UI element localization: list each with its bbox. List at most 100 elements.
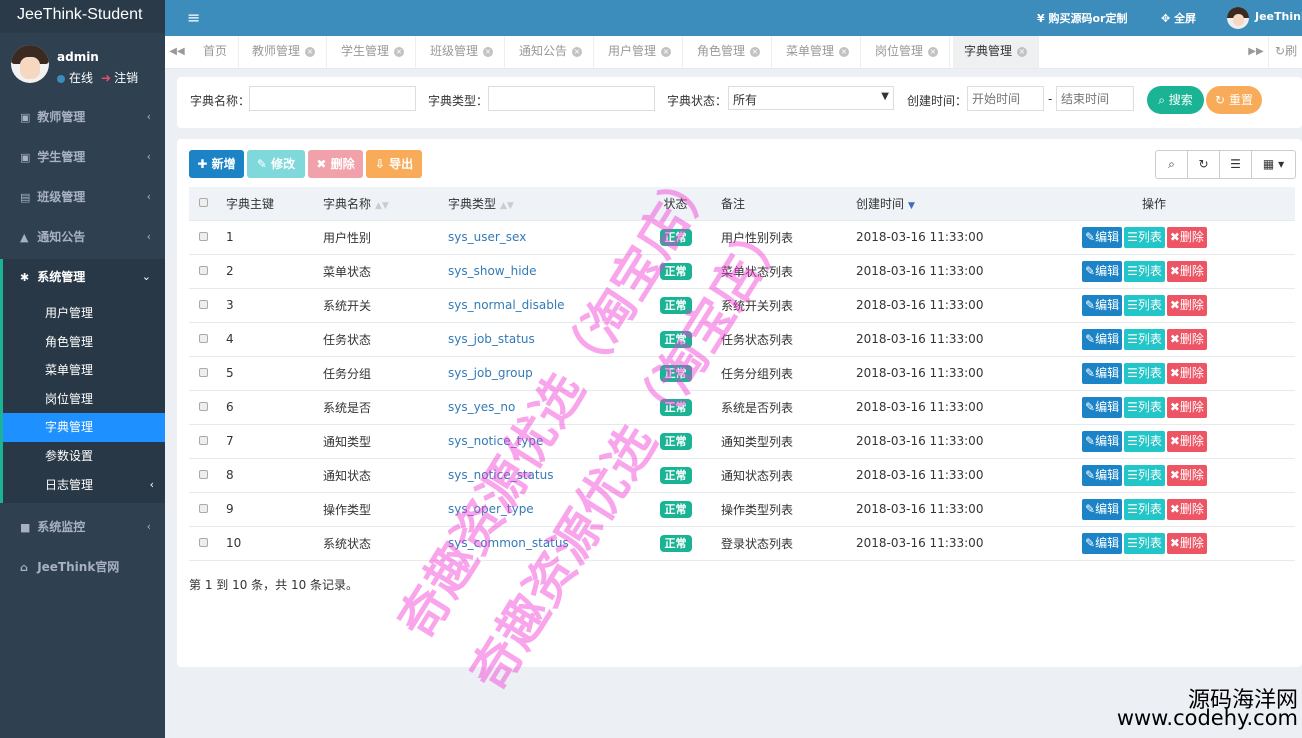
row-edit-button[interactable]: ✎编辑 bbox=[1082, 498, 1123, 520]
tab-teachers[interactable]: 教师管理 × bbox=[241, 36, 328, 68]
table-row[interactable]: 6 系统是否 sys_yes_no 正常 系统是否列表 2018-03-16 11:33:… bbox=[189, 389, 1295, 424]
header-created[interactable]: 创建时间 ▼ bbox=[846, 187, 1082, 220]
select-all-checkbox[interactable] bbox=[199, 198, 208, 208]
delete-button[interactable]: ✖ 删除 bbox=[308, 150, 363, 178]
columns-button[interactable]: ▦ ▾ bbox=[1251, 150, 1296, 179]
row-delete-button[interactable]: ✖删除 bbox=[1166, 498, 1207, 520]
search-button[interactable]: ⌕ 搜索 bbox=[1147, 86, 1204, 114]
sidebar-subitem-menus[interactable]: 菜单管理 bbox=[3, 356, 165, 385]
tab-scroll-left-icon[interactable]: ◀◀ bbox=[165, 36, 189, 68]
table-row[interactable]: 4 任务状态 sys_job_status 正常 任务状态列表 2018-03-16 11… bbox=[189, 321, 1295, 356]
tab-roles[interactable]: 角色管理 × bbox=[686, 36, 773, 68]
tab-classes[interactable]: 班级管理 × bbox=[419, 36, 506, 68]
sidebar-subitem-config[interactable]: 参数设置 bbox=[3, 442, 165, 471]
row-list-button[interactable]: ☰列表 bbox=[1124, 226, 1165, 248]
cell-type-link[interactable]: sys_oper_type bbox=[448, 502, 534, 516]
row-list-button[interactable]: ☰列表 bbox=[1124, 362, 1165, 384]
close-icon[interactable]: × bbox=[750, 46, 761, 57]
top-user-name[interactable]: JeeThink bbox=[1255, 10, 1302, 23]
cell-type-link[interactable]: sys_job_group bbox=[448, 366, 533, 380]
close-icon[interactable]: × bbox=[1017, 46, 1028, 57]
row-checkbox[interactable] bbox=[199, 538, 208, 547]
toggle-view-button[interactable]: ☰ bbox=[1219, 150, 1252, 179]
row-checkbox[interactable] bbox=[199, 266, 208, 275]
sidebar-item-site[interactable]: ⌂ JeeThink官网 bbox=[0, 549, 165, 589]
row-edit-button[interactable]: ✎编辑 bbox=[1082, 294, 1123, 316]
cell-type-link[interactable]: sys_normal_disable bbox=[448, 298, 565, 312]
row-checkbox[interactable] bbox=[199, 300, 208, 309]
sidebar-subitem-logs[interactable]: 日志管理 ‹ bbox=[3, 471, 165, 500]
row-delete-button[interactable]: ✖删除 bbox=[1166, 294, 1207, 316]
close-icon[interactable]: × bbox=[661, 46, 672, 57]
export-button[interactable]: ⇩ 导出 bbox=[366, 150, 422, 178]
buy-source-link[interactable]: ¥ 购买源码or定制 bbox=[1037, 10, 1127, 26]
row-edit-button[interactable]: ✎编辑 bbox=[1082, 396, 1123, 418]
sidebar-item-monitor[interactable]: ■ 系统监控 ‹ bbox=[0, 509, 165, 549]
row-edit-button[interactable]: ✎编辑 bbox=[1082, 328, 1123, 350]
row-edit-button[interactable]: ✎编辑 bbox=[1082, 464, 1123, 486]
row-list-button[interactable]: ☰列表 bbox=[1124, 464, 1165, 486]
cell-type-link[interactable]: sys_notice_type bbox=[448, 434, 543, 448]
tab-menus[interactable]: 菜单管理 × bbox=[775, 36, 862, 68]
row-checkbox[interactable] bbox=[199, 436, 208, 445]
end-time-input[interactable] bbox=[1056, 86, 1134, 111]
close-icon[interactable]: × bbox=[572, 46, 583, 57]
close-icon[interactable]: × bbox=[839, 46, 850, 57]
cell-type-link[interactable]: sys_user_sex bbox=[448, 230, 526, 244]
row-list-button[interactable]: ☰列表 bbox=[1124, 498, 1165, 520]
row-delete-button[interactable]: ✖删除 bbox=[1166, 464, 1207, 486]
top-avatar[interactable] bbox=[1227, 7, 1249, 29]
sidebar-subitem-roles[interactable]: 角色管理 bbox=[3, 328, 165, 357]
sidebar-subitem-dict[interactable]: 字典管理 bbox=[3, 413, 165, 442]
row-list-button[interactable]: ☰列表 bbox=[1124, 430, 1165, 452]
row-checkbox[interactable] bbox=[199, 334, 208, 343]
row-edit-button[interactable]: ✎编辑 bbox=[1082, 532, 1123, 554]
row-checkbox[interactable] bbox=[199, 368, 208, 377]
row-delete-button[interactable]: ✖删除 bbox=[1166, 532, 1207, 554]
row-checkbox[interactable] bbox=[199, 232, 208, 241]
table-row[interactable]: 1 用户性别 sys_user_sex 正常 用户性别列表 2018-03-16 11:3… bbox=[189, 219, 1295, 254]
app-brand[interactable]: JeeThink-Student bbox=[0, 0, 165, 33]
start-time-input[interactable] bbox=[967, 86, 1044, 111]
dict-type-input[interactable] bbox=[488, 86, 655, 111]
row-list-button[interactable]: ☰列表 bbox=[1124, 294, 1165, 316]
cell-type-link[interactable]: sys_job_status bbox=[448, 332, 535, 346]
refresh-button[interactable]: ↻ bbox=[1187, 150, 1220, 179]
menu-toggle-icon[interactable]: ≡ bbox=[187, 8, 200, 27]
dict-name-input[interactable] bbox=[249, 86, 416, 111]
tab-users[interactable]: 用户管理 × bbox=[597, 36, 684, 68]
row-list-button[interactable]: ☰列表 bbox=[1124, 396, 1165, 418]
sidebar-item-notices[interactable]: ▲ 通知公告 ‹ bbox=[0, 219, 165, 259]
row-delete-button[interactable]: ✖删除 bbox=[1166, 362, 1207, 384]
sidebar-item-system[interactable]: ✱ 系统管理 ⌄ bbox=[0, 259, 165, 299]
fullscreen-link[interactable]: ✥ 全屏 bbox=[1161, 10, 1196, 26]
table-row[interactable]: 5 任务分组 sys_job_group 正常 任务分组列表 2018-03-16 11:… bbox=[189, 355, 1295, 390]
add-button[interactable]: ✚ 新增 bbox=[189, 150, 244, 178]
tab-dict[interactable]: 字典管理 × bbox=[953, 36, 1040, 68]
row-list-button[interactable]: ☰列表 bbox=[1124, 260, 1165, 282]
header-name[interactable]: 字典名称 ▲▼ bbox=[313, 187, 438, 220]
dict-status-select[interactable]: 所有 ▼ bbox=[728, 86, 894, 110]
tab-refresh[interactable]: ↻刷 bbox=[1268, 36, 1302, 68]
table-row[interactable]: 3 系统开关 sys_normal_disable 正常 系统开关列表 2018-03-1… bbox=[189, 287, 1295, 322]
tab-students[interactable]: 学生管理 × bbox=[330, 36, 417, 68]
tab-scroll-right-icon[interactable]: ▶▶ bbox=[1244, 36, 1268, 68]
row-checkbox[interactable] bbox=[199, 402, 208, 411]
row-edit-button[interactable]: ✎编辑 bbox=[1082, 226, 1123, 248]
table-row[interactable]: 8 通知状态 sys_notice_status 正常 通知状态列表 2018-03-16… bbox=[189, 457, 1295, 492]
close-icon[interactable]: × bbox=[928, 46, 939, 57]
tab-notices[interactable]: 通知公告 × bbox=[508, 36, 595, 68]
row-list-button[interactable]: ☰列表 bbox=[1124, 532, 1165, 554]
logout-icon[interactable]: ➜ bbox=[101, 71, 111, 85]
row-delete-button[interactable]: ✖删除 bbox=[1166, 328, 1207, 350]
table-row[interactable]: 2 菜单状态 sys_show_hide 正常 菜单状态列表 2018-03-16 11:… bbox=[189, 253, 1295, 288]
cell-type-link[interactable]: sys_notice_status bbox=[448, 468, 553, 482]
sidebar-subitem-posts[interactable]: 岗位管理 bbox=[3, 385, 165, 414]
search-toggle-button[interactable]: ⌕ bbox=[1155, 150, 1188, 179]
row-delete-button[interactable]: ✖删除 bbox=[1166, 260, 1207, 282]
tab-home[interactable]: 首页 bbox=[192, 36, 240, 68]
row-checkbox[interactable] bbox=[199, 470, 208, 479]
row-edit-button[interactable]: ✎编辑 bbox=[1082, 362, 1123, 384]
header-type[interactable]: 字典类型 ▲▼ bbox=[438, 187, 640, 220]
sidebar-item-teachers[interactable]: ▣ 教师管理 ‹ bbox=[0, 99, 165, 139]
